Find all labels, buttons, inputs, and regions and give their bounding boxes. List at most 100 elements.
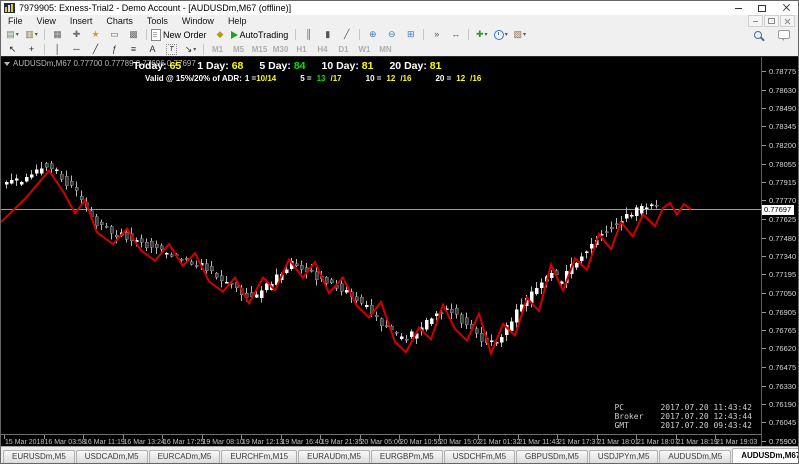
line-chart-button[interactable]: ╱ (337, 28, 356, 41)
price-tick (762, 311, 766, 313)
time-axis-label: 20 Mar 15:02 (439, 439, 481, 446)
chart-shift-button[interactable]: ↔ (446, 28, 465, 41)
period-mn-button[interactable]: MN (375, 45, 396, 54)
time-axis-label: 21 Mar 17:37 (558, 439, 600, 446)
child-close-icon[interactable] (780, 15, 795, 27)
chart-tab[interactable]: EURAUDm,M5 (298, 450, 370, 463)
text-label-button[interactable]: T (162, 43, 181, 56)
price-tick (762, 255, 766, 257)
strategy-tester-button[interactable]: ▩ (124, 28, 143, 41)
period-w1-button[interactable]: W1 (354, 45, 375, 54)
menu-tools[interactable]: Tools (140, 16, 175, 26)
maximize-icon[interactable] (750, 1, 774, 15)
text-icon: A (149, 43, 156, 54)
chart-tab[interactable]: AUDUSDm,M5 (659, 450, 732, 463)
horizontal-line-button[interactable]: ─ (67, 43, 86, 56)
period-m1-button[interactable]: M1 (207, 45, 228, 54)
autotrading-button[interactable]: AutoTrading (230, 28, 293, 41)
metaeditor-button[interactable]: ◆ (211, 28, 230, 41)
horizontal-line-icon: ─ (73, 43, 80, 54)
data-window-button[interactable]: ✚ (67, 28, 86, 41)
cursor-icon: ↖ (8, 43, 17, 54)
fibonacci-button[interactable]: ƒ (105, 43, 124, 56)
price-tick (762, 367, 766, 368)
chart-tab[interactable]: GBPUSDm,M5 (516, 450, 588, 463)
auto-scroll-icon: » (434, 29, 440, 39)
arrows-button[interactable]: ↘ ▾ (181, 43, 200, 56)
menu-window[interactable]: Window (175, 16, 221, 26)
price-axis-label: 0.78200 (769, 141, 797, 150)
crosshair-button[interactable]: + (22, 43, 41, 56)
price-axis-label: 0.76045 (769, 418, 797, 428)
menu-view[interactable]: View (30, 16, 63, 26)
time-axis-label: 19 Mar 08:10 (202, 439, 244, 446)
chart-tab[interactable]: EURUSDm,M5 (3, 450, 75, 463)
new-order-icon (151, 28, 161, 41)
menu-charts[interactable]: Charts (99, 16, 140, 26)
child-minimize-icon[interactable] (748, 15, 763, 27)
tile-windows-button[interactable]: ⊞ (401, 28, 420, 41)
equidistant-channel-button[interactable]: ≡ (124, 43, 143, 56)
trendline-button[interactable]: ╱ (86, 43, 105, 56)
period-m30-button[interactable]: M30 (270, 45, 291, 54)
period-m5-button[interactable]: M5 (228, 45, 249, 54)
period-h1-button[interactable]: H1 (291, 45, 312, 54)
equidistant-channel-icon: ≡ (130, 43, 137, 54)
chart-tab[interactable]: EURGBPm,M5 (370, 450, 443, 463)
periods-button[interactable]: ▾ (491, 28, 510, 41)
app-logo-icon (4, 3, 15, 13)
menu-insert[interactable]: Insert (63, 16, 100, 26)
new-chart-button[interactable]: ▤ ▾ (3, 28, 22, 41)
title-bar: 7979905: Exness-Trial2 - Demo Account - … (1, 1, 798, 15)
bar-chart-button[interactable]: ║ (299, 28, 318, 41)
chart-area[interactable]: 15 Mar 2018 16 Mar 03:58 16 Mar 11:19 16 Ma… (1, 56, 798, 450)
market-watch-button[interactable]: ▦ (48, 28, 67, 41)
clock-row: GMT 2017.07.20 09:43:42 (614, 421, 752, 430)
new-order-button[interactable]: New Order (150, 28, 211, 41)
zoom-in-button[interactable]: ⊕ (363, 28, 382, 41)
chart-tab[interactable]: AUDUSDm,M67 (offline) (732, 448, 798, 463)
symbol-dropdown-icon[interactable] (4, 61, 10, 66)
profiles-button[interactable]: ▥ ▾ (22, 28, 41, 41)
menu-file[interactable]: File (1, 16, 30, 26)
price-tick (762, 219, 766, 220)
price-axis-label: 0.77625 (769, 215, 797, 224)
search-button[interactable] (748, 28, 767, 41)
vertical-line-button[interactable]: │ (48, 43, 67, 56)
chart-tab[interactable]: USDJPYm,M5 (588, 450, 659, 463)
period-h4-button[interactable]: H4 (312, 45, 333, 54)
chart-tab[interactable]: EURCADm,M5 (148, 450, 221, 463)
child-restore-icon[interactable] (764, 15, 779, 27)
price-axis-label: 0.76765 (769, 325, 797, 335)
close-icon[interactable] (774, 1, 798, 15)
chart-tab[interactable]: USDCHFm,M5 (443, 450, 516, 463)
auto-scroll-button[interactable]: » (427, 28, 446, 41)
candlestick-chart-button[interactable]: ▮ (318, 28, 337, 41)
zoom-out-button[interactable]: ⊖ (382, 28, 401, 41)
price-axis-label: 0.78055 (769, 159, 797, 169)
price-tick (762, 181, 766, 183)
chart-tab[interactable]: EURCHFm,M15 (221, 450, 298, 463)
trendline-icon: ╱ (92, 43, 99, 54)
price-axis-label: 0.77480 (769, 233, 797, 243)
minimize-icon[interactable] (726, 1, 750, 15)
terminal-button[interactable]: ▭ (105, 28, 124, 41)
price-axis-label: 0.76190 (769, 399, 797, 409)
chat-button[interactable] (774, 28, 793, 41)
cursor-button[interactable]: ↖ (3, 43, 22, 56)
profiles-icon: ▥ (25, 29, 34, 39)
templates-button[interactable]: ▧ ▾ (510, 28, 529, 41)
indicators-button[interactable]: ✚ ▾ (472, 28, 491, 41)
text-button[interactable]: A (143, 43, 162, 56)
period-m15-button[interactable]: M15 (249, 45, 270, 54)
period-d1-button[interactable]: D1 (333, 45, 354, 54)
strategy-tester-icon: ▩ (129, 29, 138, 39)
price-tick (762, 107, 766, 109)
price-tick (762, 403, 766, 405)
navigator-button[interactable]: ★ (86, 28, 105, 41)
adr-valid-label: 1 = (244, 74, 257, 83)
chart-tab[interactable]: USDCADm,M5 (75, 450, 148, 463)
price-chart-canvas[interactable] (1, 57, 761, 450)
adr-day-stat: 1 Day: 68 (197, 60, 243, 72)
menu-help[interactable]: Help (221, 16, 254, 26)
